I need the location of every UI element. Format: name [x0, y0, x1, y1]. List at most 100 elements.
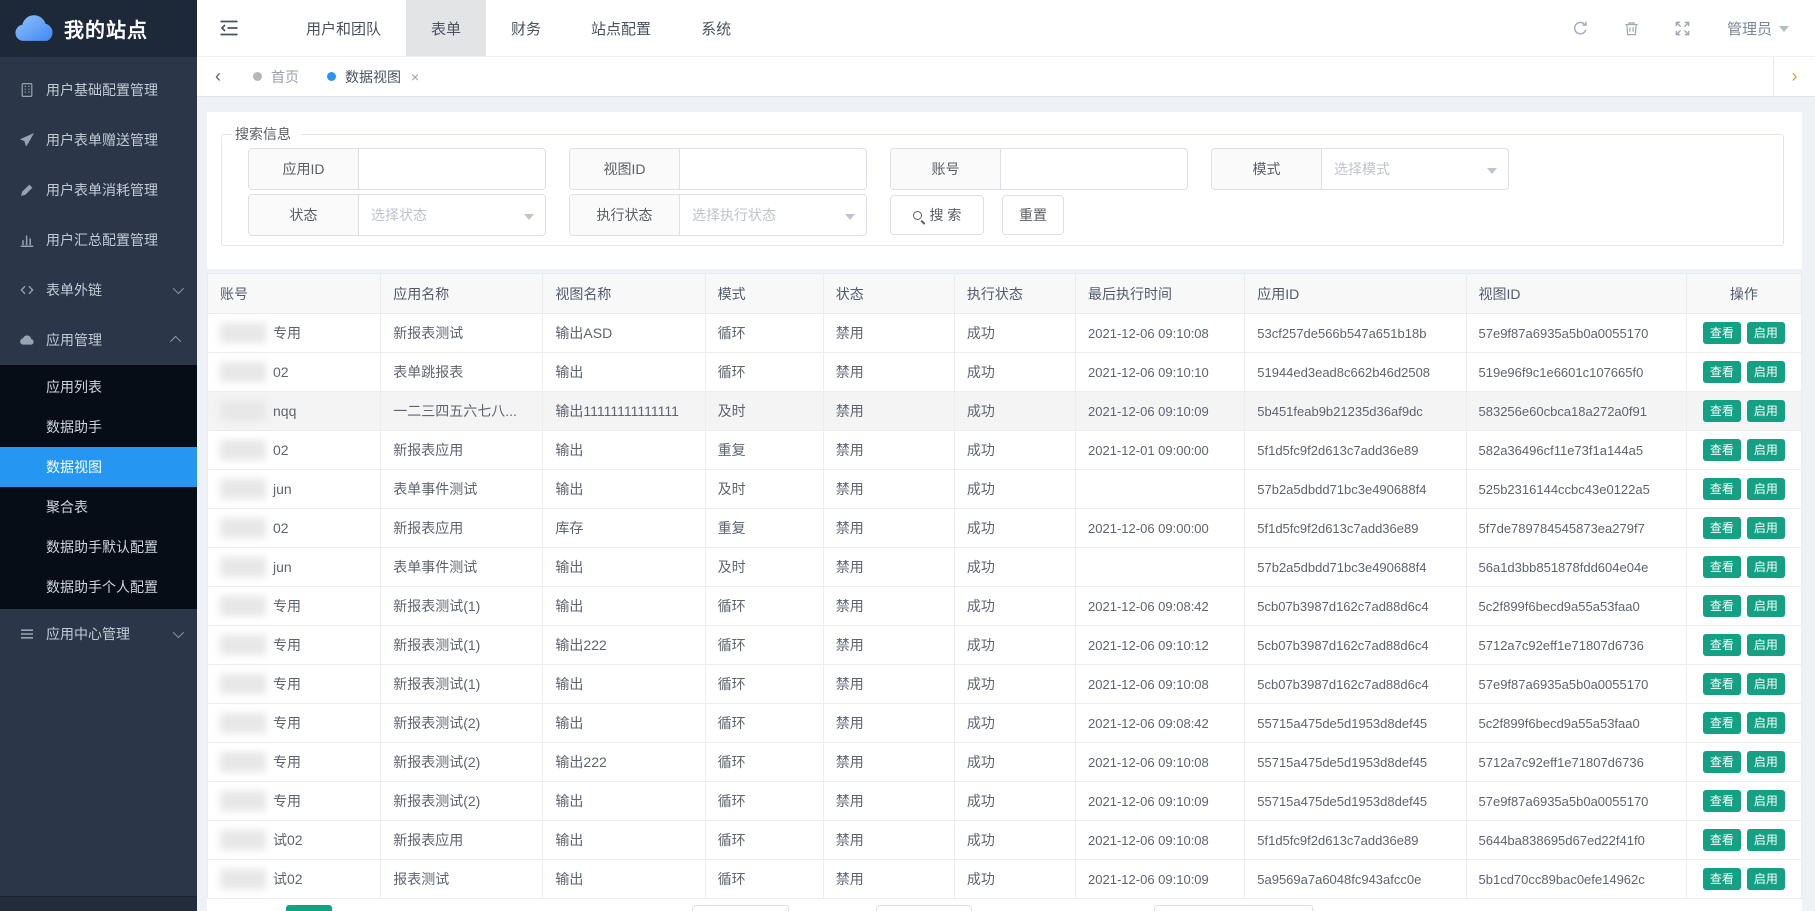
nav-item[interactable]: 财务 — [486, 0, 566, 56]
enable-button[interactable]: 启用 — [1747, 673, 1785, 695]
enable-button[interactable]: 启用 — [1747, 361, 1785, 383]
sidebar-item[interactable]: 用户基础配置管理 — [0, 65, 197, 115]
redacted-blur — [220, 752, 266, 772]
status-cell: 禁用 — [823, 431, 954, 470]
sidebar-item[interactable]: 应用管理 — [0, 315, 197, 365]
view-button[interactable]: 查看 — [1703, 712, 1741, 734]
account-input[interactable] — [1013, 161, 1175, 177]
exec-status-cell: 成功 — [954, 821, 1075, 860]
pagination-control[interactable] — [1154, 905, 1313, 911]
view-button[interactable]: 查看 — [1703, 790, 1741, 812]
account-cell: jun — [208, 470, 381, 509]
view-button[interactable]: 查看 — [1703, 829, 1741, 851]
app-name-cell: 新报表应用 — [381, 431, 543, 470]
app-id-cell: 5cb07b3987d162c7ad88d6c4 — [1245, 587, 1466, 626]
sidebar-item[interactable]: 表单外链 — [0, 265, 197, 315]
enable-button[interactable]: 启用 — [1747, 751, 1785, 773]
site-logo[interactable]: 我的站点 — [0, 0, 197, 57]
app-id-cell: 55715a475de5d1953d8def45 — [1245, 743, 1466, 782]
account-cell: 专用 — [208, 782, 381, 821]
tabs-scroll-right-icon[interactable]: › — [1773, 57, 1815, 96]
view-button[interactable]: 查看 — [1703, 634, 1741, 656]
enable-button[interactable]: 启用 — [1747, 868, 1785, 890]
enable-button[interactable]: 启用 — [1747, 712, 1785, 734]
last-exec-time-cell — [1076, 548, 1245, 587]
last-exec-time-cell: 2021-12-06 09:10:09 — [1076, 782, 1245, 821]
nav-item[interactable]: 站点配置 — [566, 0, 676, 56]
enable-button[interactable]: 启用 — [1747, 322, 1785, 344]
page-tab[interactable]: 首页 — [239, 57, 313, 96]
enable-button[interactable]: 启用 — [1747, 439, 1785, 461]
actions-cell: 查看启用 — [1686, 821, 1801, 860]
refresh-icon[interactable] — [1572, 20, 1589, 37]
status-cell: 禁用 — [823, 782, 954, 821]
view-button[interactable]: 查看 — [1703, 478, 1741, 500]
sidebar-subitem[interactable]: 聚合表 — [0, 487, 197, 527]
nav-item[interactable]: 系统 — [676, 0, 756, 56]
view-button[interactable]: 查看 — [1703, 868, 1741, 890]
sidebar-item[interactable]: 用户表单赠送管理 — [0, 115, 197, 165]
status-field-group: 状态选择状态 — [248, 194, 546, 236]
site-name: 我的站点 — [64, 14, 148, 43]
view-button[interactable]: 查看 — [1703, 322, 1741, 344]
trash-icon[interactable] — [1623, 20, 1640, 37]
enable-button[interactable]: 启用 — [1747, 829, 1785, 851]
view-button[interactable]: 查看 — [1703, 751, 1741, 773]
nav-item[interactable]: 表单 — [406, 0, 486, 56]
enable-button[interactable]: 启用 — [1747, 595, 1785, 617]
sidebar-subitem[interactable]: 数据助手个人配置 — [0, 567, 197, 607]
view-button[interactable]: 查看 — [1703, 517, 1741, 539]
app-id-cell: 53cf257de566b547a651b18b — [1245, 314, 1466, 353]
sidebar-subitem[interactable]: 数据视图 — [0, 447, 197, 487]
reset-button[interactable]: 重置 — [1002, 195, 1064, 235]
exec-status-select[interactable]: 选择执行状态 — [680, 195, 866, 235]
sidebar-subitem[interactable]: 应用列表 — [0, 367, 197, 407]
actions-cell: 查看启用 — [1686, 626, 1801, 665]
status-cell: 禁用 — [823, 704, 954, 743]
pagination-active-page[interactable] — [286, 905, 332, 911]
view-id-input[interactable] — [692, 161, 854, 177]
enable-button[interactable]: 启用 — [1747, 517, 1785, 539]
status-select[interactable]: 选择状态 — [359, 195, 545, 235]
app-id-input[interactable] — [371, 161, 533, 177]
sidebar-subitem[interactable]: 数据助手默认配置 — [0, 527, 197, 567]
view-button[interactable]: 查看 — [1703, 556, 1741, 578]
enable-button[interactable]: 启用 — [1747, 790, 1785, 812]
column-header: 视图ID — [1466, 274, 1686, 314]
view-button[interactable]: 查看 — [1703, 361, 1741, 383]
enable-button[interactable]: 启用 — [1747, 556, 1785, 578]
mode-field-group: 模式选择模式 — [1211, 148, 1509, 190]
mode-select[interactable]: 选择模式 — [1322, 149, 1508, 189]
page-tab[interactable]: 数据视图× — [313, 57, 433, 96]
tab-close-icon[interactable]: × — [411, 69, 419, 85]
tabs-scroll-left-icon[interactable]: ‹ — [197, 57, 239, 96]
enable-button[interactable]: 启用 — [1747, 634, 1785, 656]
last-exec-time-cell: 2021-12-06 09:10:09 — [1076, 860, 1245, 899]
app-id-cell: 57b2a5dbdd71bc3e490688f4 — [1245, 470, 1466, 509]
app-name-cell: 表单事件测试 — [381, 470, 543, 509]
view-name-cell: 输出 — [543, 821, 705, 860]
enable-button[interactable]: 启用 — [1747, 400, 1785, 422]
pagination-control[interactable] — [876, 905, 972, 911]
sidebar-item[interactable]: 用户表单消耗管理 — [0, 165, 197, 215]
view-button[interactable]: 查看 — [1703, 400, 1741, 422]
pagination-control[interactable] — [692, 905, 789, 911]
app-name-cell: 新报表测试 — [381, 314, 543, 353]
search-button[interactable]: 搜 索 — [890, 195, 984, 235]
sidebar-collapse-bar[interactable] — [0, 896, 197, 911]
enable-button[interactable]: 启用 — [1747, 478, 1785, 500]
sidebar-subitem[interactable]: 数据助手 — [0, 407, 197, 447]
search-icon — [913, 211, 922, 220]
menu-fold-icon[interactable] — [219, 20, 239, 36]
admin-user-menu[interactable]: 管理员 — [1727, 18, 1789, 39]
app-id-input-wrap — [359, 149, 545, 189]
fullscreen-icon[interactable] — [1674, 20, 1691, 37]
status-cell: 禁用 — [823, 587, 954, 626]
nav-item[interactable]: 用户和团队 — [281, 0, 406, 56]
view-button[interactable]: 查看 — [1703, 595, 1741, 617]
view-button[interactable]: 查看 — [1703, 673, 1741, 695]
view-button[interactable]: 查看 — [1703, 439, 1741, 461]
sidebar-item[interactable]: 用户汇总配置管理 — [0, 215, 197, 265]
sidebar-item[interactable]: 应用中心管理 — [0, 609, 197, 659]
main-content: 搜索信息 应用ID视图ID账号模式选择模式状态选择状态执行状态选择执行状态搜 索… — [197, 97, 1815, 911]
